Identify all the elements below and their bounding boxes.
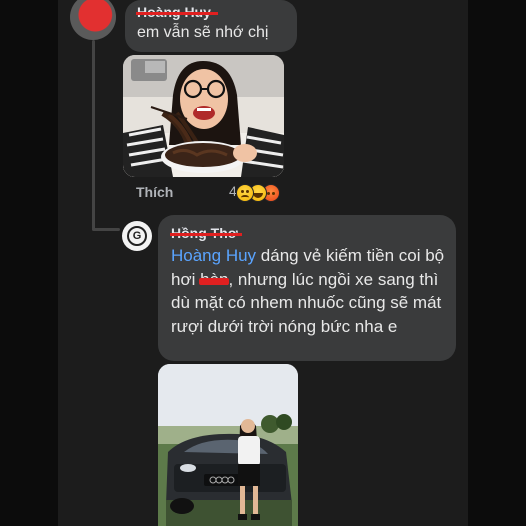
like-button[interactable]: Thích [136,184,173,200]
comment-text: em vẫn sẽ nhớ chị [137,24,269,41]
author-redaction-strike [170,233,242,236]
reply-photo[interactable] [158,364,298,526]
logo-icon: G [127,226,147,246]
reply-thread-line [92,40,95,230]
reply-thread-elbow [92,228,120,231]
right-backdrop [468,0,526,526]
mention-link[interactable]: Hoàng Huy [171,246,256,265]
sad-emoji-icon[interactable] [236,184,254,202]
author-redaction-strike [136,12,218,15]
left-backdrop [0,0,58,526]
comment-photo[interactable] [123,55,284,177]
reply-text: Hoàng Huy dáng vẻ kiếm tiền coi bộ hơi h… [171,244,451,338]
photo-woman-with-car [158,364,298,526]
redacted-word: hèn [200,269,229,289]
photo-woman-eating-noodles [123,55,284,177]
avatar[interactable]: G [122,221,152,251]
